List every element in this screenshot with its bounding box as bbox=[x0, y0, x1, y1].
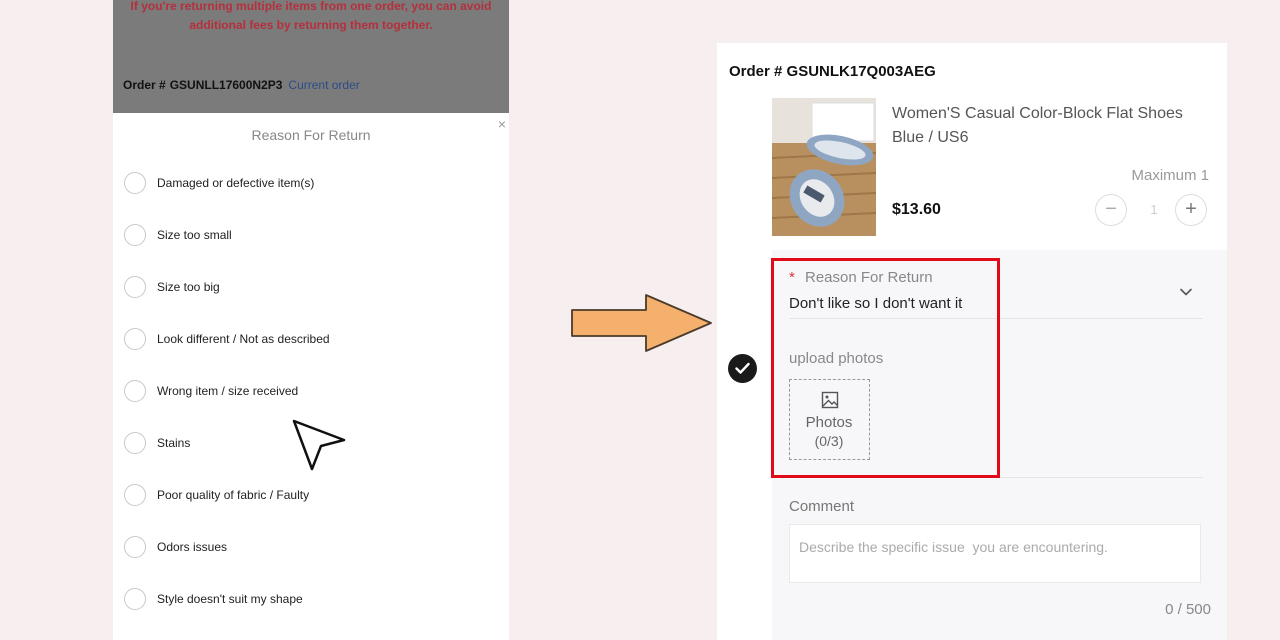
radio-icon[interactable] bbox=[124, 380, 146, 402]
radio-icon[interactable] bbox=[124, 328, 146, 350]
order-label: Order # bbox=[123, 78, 166, 92]
reason-option-label: Look different / Not as described bbox=[157, 332, 330, 346]
order-number: GSUNLK17Q003AEG bbox=[786, 63, 936, 80]
reason-option-odors[interactable]: Odors issues bbox=[113, 521, 509, 573]
reason-option-damaged[interactable]: Damaged or defective item(s) bbox=[113, 157, 509, 209]
reason-option-poor-quality[interactable]: Poor quality of fabric / Faulty bbox=[113, 469, 509, 521]
radio-icon[interactable] bbox=[124, 536, 146, 558]
max-quantity-label: Maximum 1 bbox=[1131, 167, 1209, 184]
radio-icon[interactable] bbox=[124, 432, 146, 454]
reason-option-wrong-item[interactable]: Wrong item / size received bbox=[113, 365, 509, 417]
reason-option-label: Poor quality of fabric / Faulty bbox=[157, 488, 310, 502]
reason-option-look-different[interactable]: Look different / Not as described bbox=[113, 313, 509, 365]
order-number: GSUNLL17600N2P3 bbox=[169, 78, 283, 92]
product-name-line1: Women'S Casual Color-Block Flat Shoes bbox=[892, 105, 1183, 122]
increase-button[interactable]: + bbox=[1175, 194, 1207, 226]
reason-list: Damaged or defective item(s) Size too sm… bbox=[113, 157, 509, 625]
product-variant: Blue / US6 bbox=[892, 129, 969, 146]
reason-sheet-title: Reason For Return bbox=[251, 127, 371, 143]
left-return-panel: If you're returning multiple items from … bbox=[113, 0, 509, 640]
reason-option-label: Damaged or defective item(s) bbox=[157, 176, 315, 190]
reason-option-style[interactable]: Style doesn't suit my shape bbox=[113, 573, 509, 625]
radio-icon[interactable] bbox=[124, 588, 146, 610]
comment-label: Comment bbox=[789, 498, 855, 515]
arrow-icon bbox=[571, 294, 712, 352]
radio-icon[interactable] bbox=[124, 172, 146, 194]
right-return-panel: Order # GSUNLK17Q003AEG Women'S Casual C… bbox=[717, 43, 1227, 640]
radio-icon[interactable] bbox=[124, 484, 146, 506]
reason-option-label: Odors issues bbox=[157, 540, 228, 554]
reason-option-size-too-big[interactable]: Size too big bbox=[113, 261, 509, 313]
order-label: Order # bbox=[729, 63, 783, 80]
reason-option-label: Stains bbox=[157, 436, 191, 450]
reason-option-label: Size too big bbox=[157, 280, 220, 294]
reason-option-label: Wrong item / size received bbox=[157, 384, 299, 398]
check-icon[interactable] bbox=[728, 354, 757, 383]
chevron-down-icon[interactable] bbox=[1179, 285, 1193, 299]
quantity-stepper: − 1 + bbox=[1094, 194, 1210, 227]
highlight-box bbox=[771, 258, 1000, 478]
right-order-number: Order # GSUNLK17Q003AEG bbox=[729, 63, 936, 80]
current-order-link[interactable]: Current order bbox=[288, 78, 359, 92]
close-icon[interactable]: × bbox=[496, 117, 508, 131]
notice-text-line2: additional fees by returning them togeth… bbox=[189, 18, 433, 32]
character-count: 0 / 500 bbox=[1165, 601, 1211, 618]
left-order-number: Order # GSUNLL17600N2P3 Current order bbox=[123, 78, 360, 92]
reason-option-label: Size too small bbox=[157, 228, 232, 242]
reason-option-size-too-small[interactable]: Size too small bbox=[113, 209, 509, 261]
product-name: Women'S Casual Color-Block Flat Shoes Bl… bbox=[892, 102, 1212, 150]
radio-icon[interactable] bbox=[124, 276, 146, 298]
radio-icon[interactable] bbox=[124, 224, 146, 246]
reason-option-label: Style doesn't suit my shape bbox=[157, 592, 303, 606]
notice-text-line1: If you're returning multiple items from … bbox=[130, 0, 492, 13]
product-price: $13.60 bbox=[892, 201, 941, 218]
decrease-button[interactable]: − bbox=[1095, 194, 1127, 226]
product-image bbox=[772, 98, 876, 236]
cursor-icon bbox=[292, 419, 346, 471]
dimmed-background: If you're returning multiple items from … bbox=[113, 0, 509, 113]
comment-field[interactable] bbox=[789, 524, 1201, 583]
quantity-value: 1 bbox=[1150, 202, 1158, 217]
